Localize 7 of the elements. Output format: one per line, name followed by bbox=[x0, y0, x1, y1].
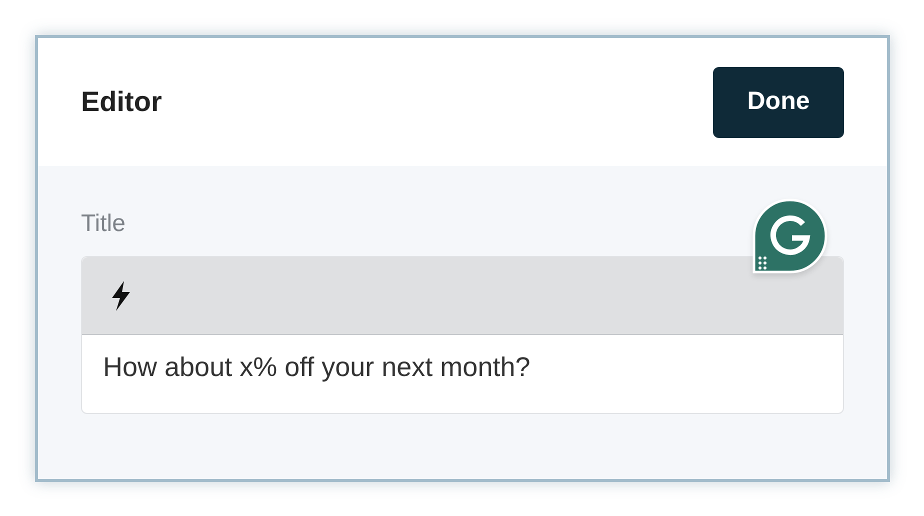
editor-title: Editor bbox=[81, 85, 162, 119]
field-value: How about x% off your next month? bbox=[103, 352, 530, 382]
lightning-icon[interactable] bbox=[110, 280, 132, 310]
done-button[interactable]: Done bbox=[713, 66, 844, 138]
title-field[interactable]: How about x% off your next month? bbox=[81, 256, 844, 414]
field-label: Title bbox=[81, 209, 126, 239]
g-badge-icon[interactable] bbox=[752, 198, 828, 274]
